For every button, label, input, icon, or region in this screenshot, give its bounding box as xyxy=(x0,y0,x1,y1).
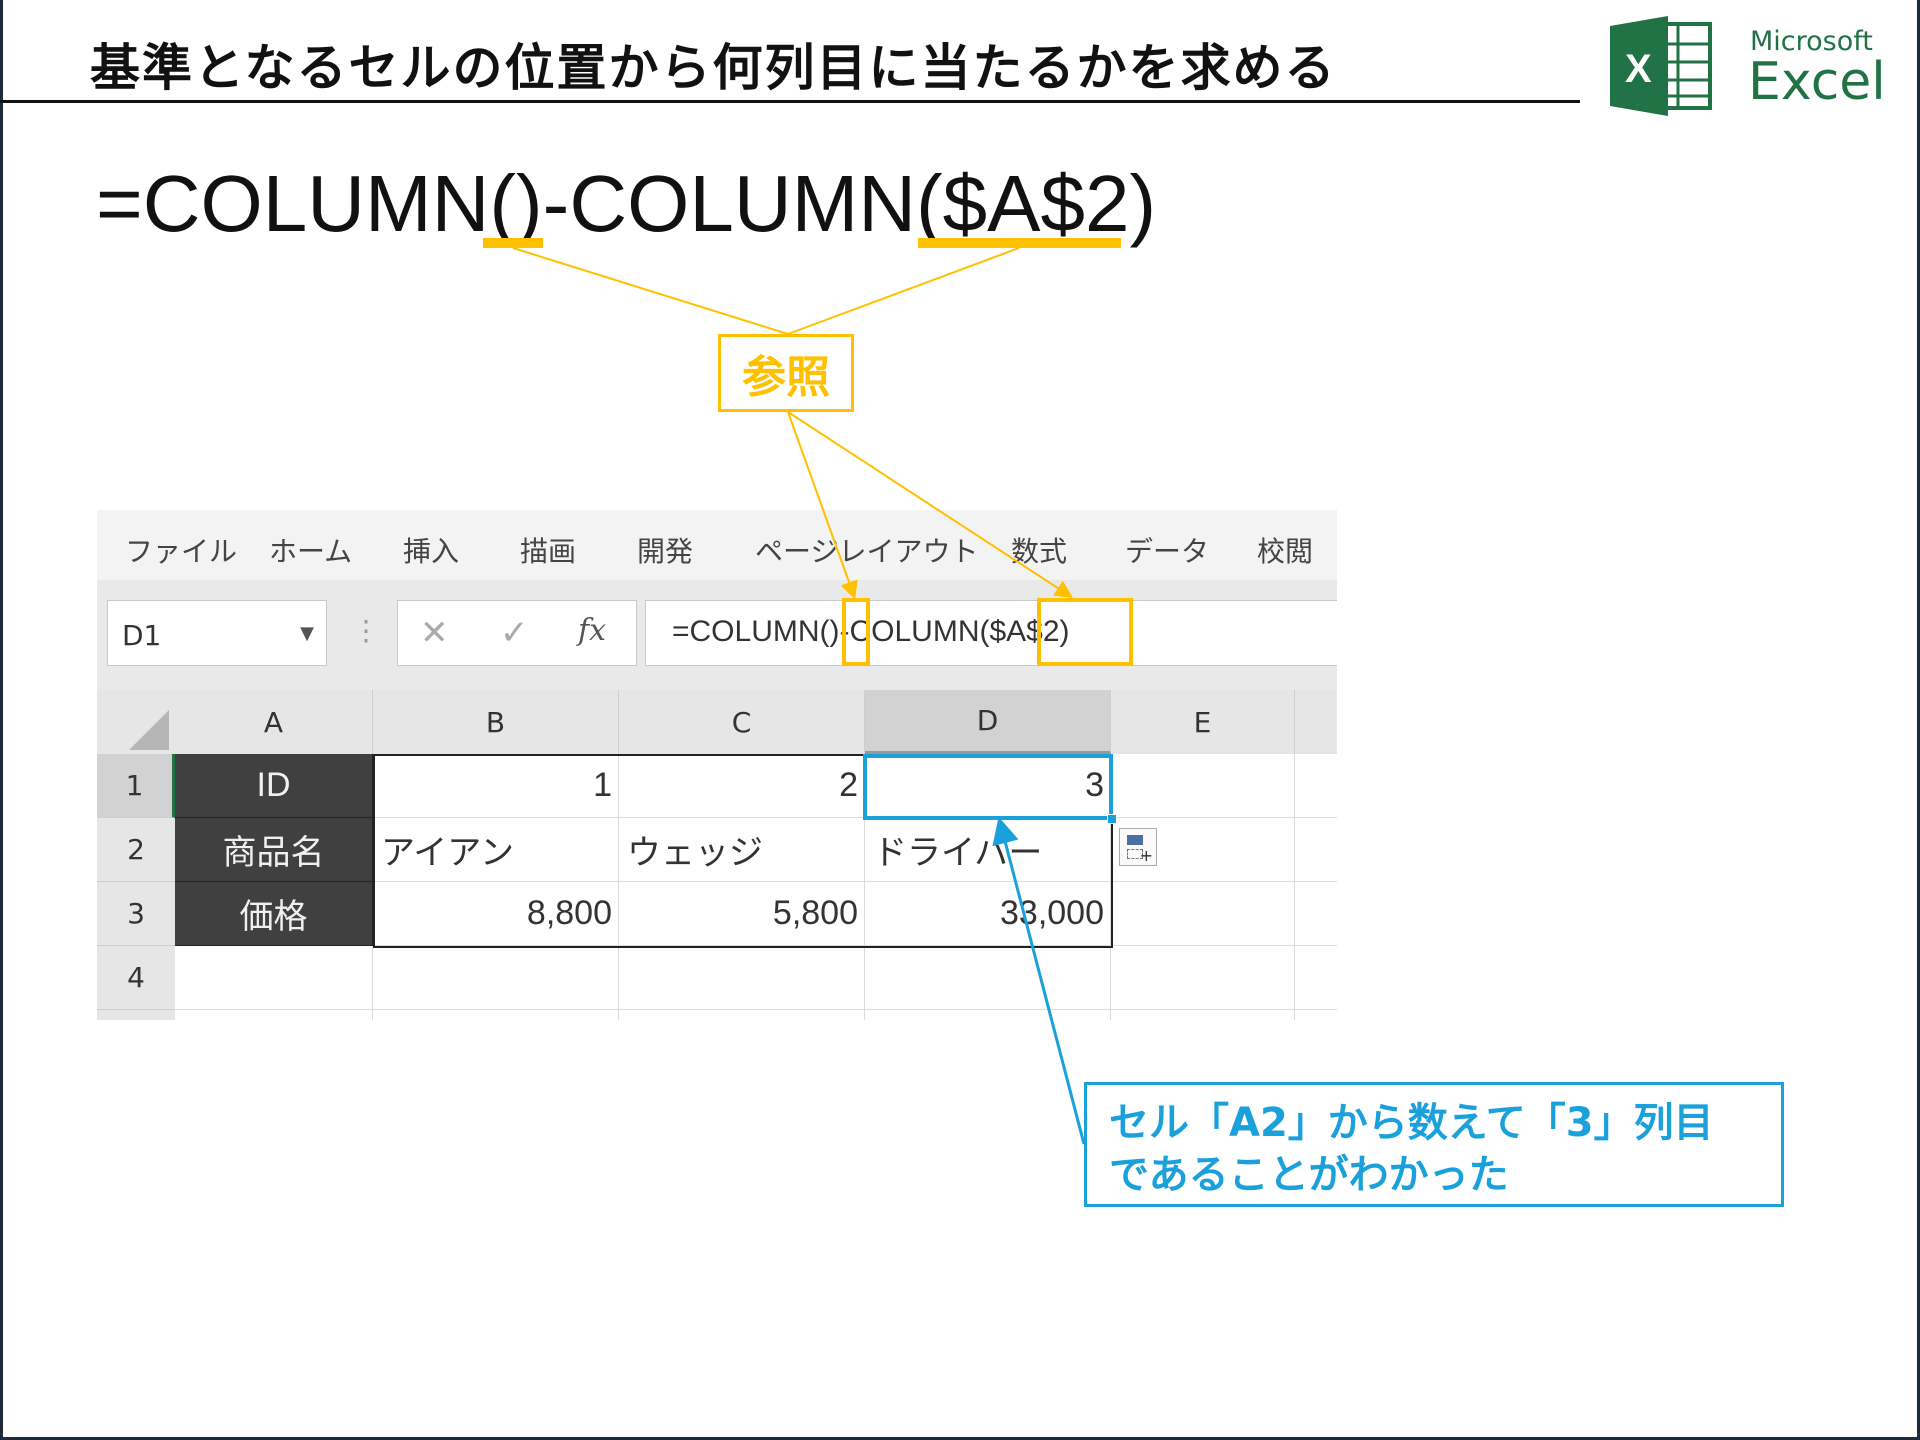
cell-a3[interactable]: 価格 xyxy=(175,882,373,946)
cell-d2[interactable]: ドライバー xyxy=(865,818,1111,882)
reference-callout: 参照 xyxy=(718,334,854,412)
tab-data[interactable]: データ xyxy=(1125,530,1209,570)
tab-draw[interactable]: 描画 xyxy=(520,530,576,570)
insert-function-icon[interactable]: fx xyxy=(578,613,606,648)
cell-e5[interactable] xyxy=(1111,1010,1295,1020)
name-box-value: D1 xyxy=(122,619,162,652)
formula-input-text: =COLUMN()-COLUMN($A$2) xyxy=(672,615,1070,648)
cell-d1[interactable]: 3 xyxy=(865,754,1111,818)
column-header-a[interactable]: A xyxy=(175,690,373,754)
result-callout-line2: であることがわかった xyxy=(1109,1152,1509,1198)
cell-b3[interactable]: 8,800 xyxy=(373,882,619,946)
cell-d3[interactable]: 33,000 xyxy=(865,882,1111,946)
more-dots-icon: ⋮ xyxy=(352,614,380,647)
cell-c1[interactable]: 2 xyxy=(619,754,865,818)
cell-b2[interactable]: アイアン xyxy=(373,818,619,882)
page-title: 基準となるセルの位置から何列目に当たるかを求める xyxy=(90,39,1337,97)
cell-c3[interactable]: 5,800 xyxy=(619,882,865,946)
spreadsheet-grid: A B C D E 1 2 3 4 ID 1 2 3 商品名 アイアン ウェッジ… xyxy=(97,690,1337,1020)
tab-file[interactable]: ファイル xyxy=(125,530,237,570)
formula-bar-highlight-parens xyxy=(842,598,870,666)
ribbon-tabs: ファイル ホーム 挿入 描画 開発 ページレイアウト 数式 データ 校閲 xyxy=(97,510,1337,580)
cell-c4[interactable] xyxy=(619,946,865,1010)
row-header-4[interactable]: 4 xyxy=(97,946,175,1010)
select-all-corner[interactable] xyxy=(97,690,175,754)
cell-a1[interactable]: ID xyxy=(175,754,373,818)
cell-f4[interactable] xyxy=(1295,946,1337,1010)
formula-input[interactable]: =COLUMN()-COLUMN($A$2) xyxy=(645,600,1337,666)
title-underline xyxy=(0,100,1580,103)
cell-a4[interactable] xyxy=(175,946,373,1010)
excel-window: ファイル ホーム 挿入 描画 開発 ページレイアウト 数式 データ 校閲 D1 … xyxy=(97,510,1337,1020)
column-header-d[interactable]: D xyxy=(865,690,1111,754)
cell-e4[interactable] xyxy=(1111,946,1295,1010)
connector-parens-to-reference xyxy=(512,247,789,335)
row-header-3[interactable]: 3 xyxy=(97,882,175,946)
formula-bar-highlight-reference xyxy=(1037,598,1133,666)
tab-formulas[interactable]: 数式 xyxy=(1011,530,1067,570)
cell-b5[interactable] xyxy=(373,1010,619,1020)
name-box[interactable]: D1 ▼ xyxy=(107,600,327,666)
cell-c5[interactable] xyxy=(619,1010,865,1020)
result-callout: セル「A2」から数えて「3」列目 であることがわかった xyxy=(1084,1082,1784,1207)
column-header-e[interactable]: E xyxy=(1111,690,1295,754)
row-header-1[interactable]: 1 xyxy=(97,754,175,818)
frame-left-border xyxy=(0,0,3,1440)
column-header-b[interactable]: B xyxy=(373,690,619,754)
row-header-5[interactable] xyxy=(97,1010,175,1020)
logo-letter: X xyxy=(1625,47,1652,91)
connector-arg-to-reference xyxy=(787,247,1020,335)
tab-home[interactable]: ホーム xyxy=(269,530,352,570)
highlight-reference-arg xyxy=(918,238,1121,248)
cell-f1[interactable] xyxy=(1295,754,1337,818)
chevron-down-icon[interactable]: ▼ xyxy=(300,623,314,644)
cell-a2[interactable]: 商品名 xyxy=(175,818,373,882)
cell-b4[interactable] xyxy=(373,946,619,1010)
checkmark-icon[interactable]: ✓ xyxy=(500,613,529,653)
cell-d4[interactable] xyxy=(865,946,1111,1010)
column-header-f[interactable] xyxy=(1295,690,1337,754)
cell-e1[interactable] xyxy=(1111,754,1295,818)
cell-b1[interactable]: 1 xyxy=(373,754,619,818)
tab-developer[interactable]: 開発 xyxy=(637,530,693,570)
highlight-empty-parens xyxy=(483,238,543,248)
cancel-icon[interactable]: ✕ xyxy=(420,613,449,653)
result-callout-line1: セル「A2」から数えて「3」列目 xyxy=(1109,1100,1714,1146)
cell-f3[interactable] xyxy=(1295,882,1337,946)
cell-c2[interactable]: ウェッジ xyxy=(619,818,865,882)
formula-display: =COLUMN()-COLUMN($A$2) xyxy=(96,159,1157,248)
fill-handle[interactable] xyxy=(1107,814,1117,824)
cell-e3[interactable] xyxy=(1111,882,1295,946)
column-header-c[interactable]: C xyxy=(619,690,865,754)
formula-buttons: ✕ ✓ fx xyxy=(397,600,637,666)
cell-f2[interactable] xyxy=(1295,818,1337,882)
cell-a5[interactable] xyxy=(175,1010,373,1020)
excel-logo-icon: X xyxy=(1610,16,1712,116)
tab-page-layout[interactable]: ページレイアウト xyxy=(755,530,978,570)
cell-d5[interactable] xyxy=(865,1010,1111,1020)
tab-insert[interactable]: 挿入 xyxy=(403,530,459,570)
slide: 基準となるセルの位置から何列目に当たるかを求める X Microsoft Exc… xyxy=(0,0,1920,1440)
quick-analysis-icon[interactable]: + xyxy=(1119,828,1157,866)
logo-excel-text: Excel xyxy=(1748,52,1886,112)
row-header-2[interactable]: 2 xyxy=(97,818,175,882)
tab-review[interactable]: 校閲 xyxy=(1257,530,1313,570)
